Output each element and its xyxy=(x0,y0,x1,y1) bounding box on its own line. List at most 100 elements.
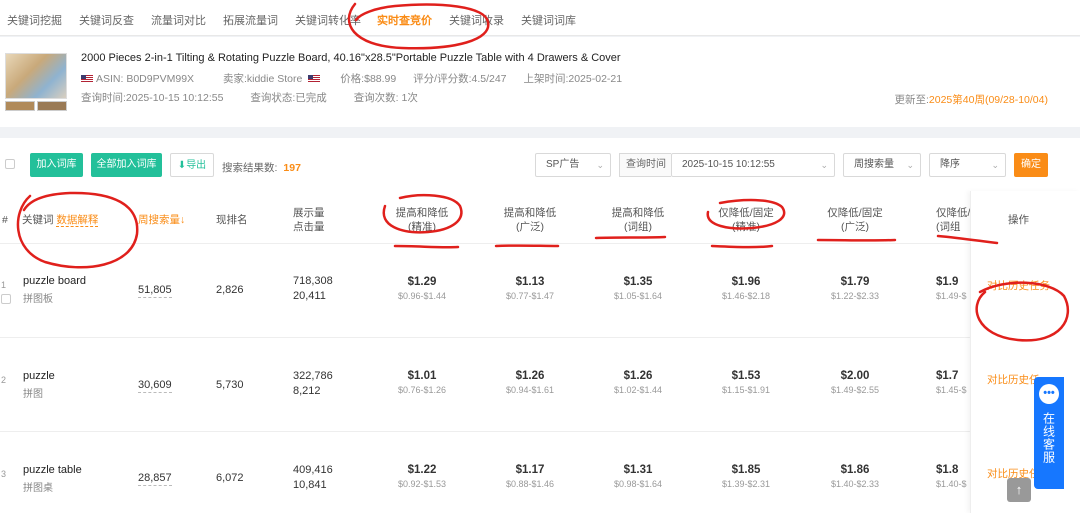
row-checkbox[interactable] xyxy=(1,294,11,304)
col-bid-down-broad: 仅降低/固定 (广泛) xyxy=(815,206,895,234)
bid-price: $1.13 xyxy=(515,276,545,288)
order-select[interactable]: 降序 ⌄ xyxy=(929,153,1006,177)
select-all-checkbox[interactable] xyxy=(5,159,15,169)
col-bid-down-exact: 仅降低/固定 (精准) xyxy=(706,206,786,234)
col-clicks-label: 点击量 xyxy=(293,221,325,233)
download-icon: ⬇ xyxy=(177,160,187,171)
tab-keyword-mining[interactable]: 关键词挖掘 xyxy=(7,12,62,28)
col-bid-updown-exact: 提高和降低 (精准) xyxy=(382,206,462,234)
add-all-to-library-button[interactable]: 全部加入词库 xyxy=(91,153,162,177)
online-service-button[interactable]: ••• 在线客服 xyxy=(1034,377,1064,489)
data-explain-link[interactable]: 数据解释 xyxy=(56,214,99,227)
ad-type-select[interactable]: SP广告 ⌄ xyxy=(535,153,611,177)
keyword-text[interactable]: puzzle xyxy=(23,370,55,382)
keyword-cell: puzzle 拼图 xyxy=(23,370,55,400)
tab-conversion-rate[interactable]: 关键词转化率 xyxy=(295,12,361,28)
bid-cell: $1.01 $0.76-$1.26 xyxy=(382,370,462,395)
tab-realtime-bid[interactable]: 实时查竞价 xyxy=(377,12,432,28)
bid-results-panel: 加入词库 全部加入词库 ⬇导出 搜索结果数: 197 SP广告 ⌄ 查询时间 202… xyxy=(0,138,1080,513)
product-thumb-2[interactable] xyxy=(5,101,35,111)
clicks-value: 8,212 xyxy=(293,385,321,397)
compare-history-link[interactable]: 对比历史任 xyxy=(987,372,1040,387)
bid-range: $1.49-$2.55 xyxy=(830,385,880,395)
bid-cell: $1.85 $1.39-$2.31 xyxy=(706,464,786,489)
product-image[interactable] xyxy=(5,53,67,99)
weekly-search-value[interactable]: 30,609 xyxy=(138,379,172,393)
bid-cell: $2.00 $1.49-$2.55 xyxy=(815,370,895,395)
bid-cell: $1.17 $0.88-$1.46 xyxy=(490,464,570,489)
col-impr-clicks: 展示量 点击量 xyxy=(293,206,325,234)
export-button[interactable]: ⬇导出 xyxy=(170,153,214,177)
col-keyword-label: 关键词 xyxy=(22,214,54,226)
arrow-up-icon: ↑ xyxy=(1015,482,1023,497)
query-time: 查询时间:2025-10-15 10:12:55 xyxy=(81,92,224,104)
table-header: # 关键词 数据解释 周搜索量↓ 现排名 展示量 点击量 提高和降低 (精准) 提… xyxy=(0,191,1080,243)
product-thumb-3[interactable] xyxy=(37,101,67,111)
weekly-search-value[interactable]: 51,805 xyxy=(138,284,172,298)
bid-price: $1.01 xyxy=(407,370,437,382)
metric-value: 周搜索量 xyxy=(854,159,894,170)
col-bid-sub: (精准) xyxy=(408,221,436,233)
back-to-top-button[interactable]: ↑ xyxy=(1007,478,1031,502)
update-info: 更新至:2025第40周(09/28-10/04) xyxy=(894,92,1048,107)
result-count-value: 197 xyxy=(283,162,301,174)
keyword-text[interactable]: puzzle table xyxy=(23,464,82,476)
bid-cell: $1.7 $1.45-$ xyxy=(936,370,967,395)
table-row: 2 puzzle 拼图 30,609 5,730 322,786 8,212 $… xyxy=(0,337,1080,431)
metric-select[interactable]: 周搜索量 ⌄ xyxy=(843,153,921,177)
order-value: 降序 xyxy=(940,159,960,170)
product-title[interactable]: 2000 Pieces 2-in-1 Tilting & Rotating Pu… xyxy=(81,52,621,64)
bid-cell: $1.53 $1.15-$1.91 xyxy=(706,370,786,395)
product-seller[interactable]: 卖家:kiddie Store xyxy=(223,73,302,85)
bid-price: $1.26 xyxy=(623,370,653,382)
rank-cell: 2,826 xyxy=(216,284,244,296)
tab-extend-traffic[interactable]: 拓展流量词 xyxy=(223,12,278,28)
keyword-text[interactable]: puzzle board xyxy=(23,275,86,287)
row-index-value: 2 xyxy=(1,375,7,385)
query-time-select[interactable]: 2025-10-15 10:12:55 ⌄ xyxy=(671,153,835,177)
add-to-library-button[interactable]: 加入词库 xyxy=(30,153,83,177)
confirm-button[interactable]: 确定 xyxy=(1014,153,1048,177)
tab-keyword-index[interactable]: 关键词收录 xyxy=(449,12,504,28)
chat-icon: ••• xyxy=(1039,384,1059,404)
bid-price: $1.8 xyxy=(936,464,959,476)
chevron-down-icon: ⌄ xyxy=(820,160,828,170)
rank-cell: 5,730 xyxy=(216,379,244,391)
bid-range: $1.02-$1.44 xyxy=(613,385,663,395)
bid-price: $1.53 xyxy=(731,370,761,382)
product-rating: 评分/评分数:4.5/247 xyxy=(413,73,507,85)
col-bid-top: 提高和降低 xyxy=(611,207,665,219)
bid-cell: $1.9 $1.49-$ xyxy=(936,276,967,301)
col-bid-sub: (词组) xyxy=(624,221,652,233)
tab-keyword-library[interactable]: 关键词词库 xyxy=(521,12,576,28)
bid-range: $0.94-$1.61 xyxy=(505,385,555,395)
weekly-search-value[interactable]: 28,857 xyxy=(138,472,172,486)
weekly-search-cell: 28,857 xyxy=(138,472,172,486)
col-bid-top: 提高和降低 xyxy=(395,207,449,219)
tab-traffic-compare[interactable]: 流量词对比 xyxy=(151,12,206,28)
compare-history-link[interactable]: 对比历史任务 xyxy=(987,278,1050,293)
bid-price: $1.35 xyxy=(623,276,653,288)
update-week: 2025第40周(09/28-10/04) xyxy=(928,94,1048,106)
weekly-search-cell: 30,609 xyxy=(138,379,172,393)
bid-cell: $1.79 $1.22-$2.33 xyxy=(815,276,895,301)
query-count: 查询次数: 1次 xyxy=(353,92,418,104)
product-asin[interactable]: ASIN: B0D9PVM99X xyxy=(96,73,194,85)
clicks-value: 20,411 xyxy=(293,290,326,302)
bid-range: $1.05-$1.64 xyxy=(613,291,663,301)
bid-range: $0.92-$1.53 xyxy=(397,479,447,489)
col-bid-sub: (词组 xyxy=(936,221,961,233)
bid-range: $0.98-$1.64 xyxy=(613,479,663,489)
keyword-cell: puzzle table 拼图桌 xyxy=(23,464,82,494)
col-weekly-search[interactable]: 周搜索量↓ xyxy=(138,213,185,227)
row-index: 1 xyxy=(1,279,6,291)
bid-range: $1.15-$1.91 xyxy=(721,385,771,395)
tab-keyword-reverse[interactable]: 关键词反查 xyxy=(79,12,134,28)
bid-cell: $1.8 $1.40-$ xyxy=(936,464,967,489)
clicks-value: 10,841 xyxy=(293,479,327,491)
bid-cell: $1.22 $0.92-$1.53 xyxy=(382,464,462,489)
bid-cell: $1.13 $0.77-$1.47 xyxy=(490,276,570,301)
keyword-translation: 拼图桌 xyxy=(23,483,53,494)
bid-cell: $1.35 $1.05-$1.64 xyxy=(598,276,678,301)
chevron-down-icon: ⌄ xyxy=(596,160,604,170)
